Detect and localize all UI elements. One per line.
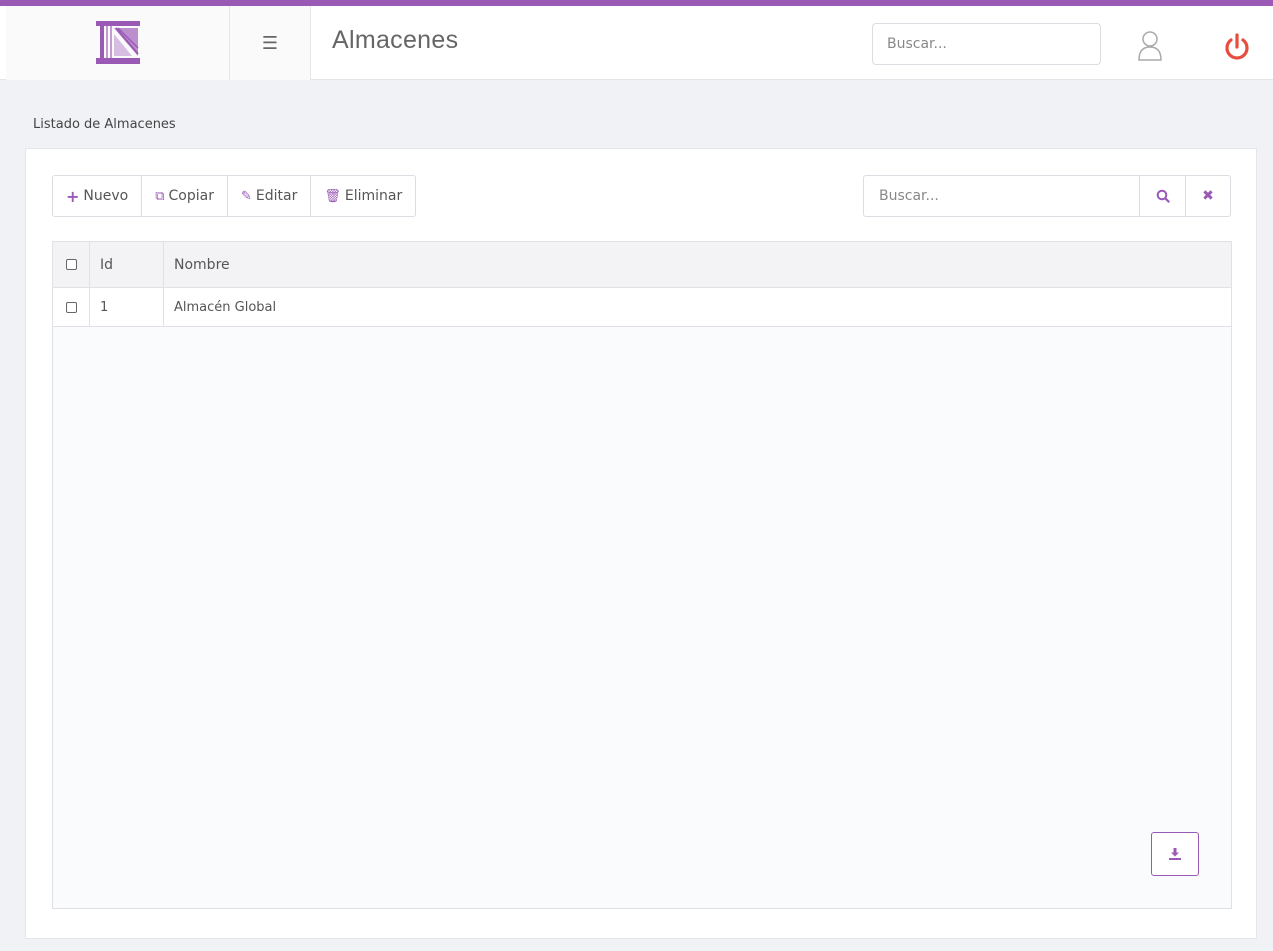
list-search-input[interactable] bbox=[864, 176, 1139, 216]
row-checkbox[interactable] bbox=[65, 301, 77, 313]
header-search-input[interactable] bbox=[872, 23, 1101, 65]
clear-search-button[interactable]: ✖ bbox=[1185, 176, 1230, 216]
editar-button[interactable]: ✎ Editar bbox=[228, 176, 312, 216]
edit-icon: ✎ bbox=[240, 188, 252, 204]
copy-icon: ⧉ bbox=[155, 188, 165, 204]
table-header: Id Nombre bbox=[53, 242, 1231, 288]
logout-button[interactable] bbox=[1222, 32, 1252, 64]
row-select-cell bbox=[53, 288, 90, 326]
page-title: Almacenes bbox=[332, 26, 459, 54]
close-icon: ✖ bbox=[1202, 188, 1214, 204]
search-icon bbox=[1156, 189, 1170, 203]
top-navbar: ☰ Almacenes bbox=[0, 0, 1273, 80]
cell-nombre: Almacén Global bbox=[174, 299, 277, 315]
copiar-label: Copiar bbox=[168, 188, 214, 204]
section-subtitle: Listado de Almacenes bbox=[33, 117, 176, 132]
list-search-group: ✖ bbox=[863, 175, 1231, 217]
nuevo-button[interactable]: + Nuevo bbox=[53, 176, 143, 216]
list-panel: + Nuevo ⧉ Copiar ✎ Editar 🗑 Eliminar ✖ bbox=[25, 148, 1257, 939]
hamburger-icon: ☰ bbox=[261, 32, 279, 54]
table-row[interactable]: 1 Almacén Global bbox=[53, 288, 1231, 327]
search-button[interactable] bbox=[1139, 176, 1185, 216]
copiar-button[interactable]: ⧉ Copiar bbox=[142, 176, 228, 216]
eliminar-button[interactable]: 🗑 Eliminar bbox=[311, 176, 415, 216]
cell-id: 1 bbox=[90, 288, 164, 326]
nuevo-label: Nuevo bbox=[83, 188, 129, 204]
select-all-cell bbox=[53, 242, 90, 287]
castle-logo-icon bbox=[95, 21, 140, 64]
column-header-nombre[interactable]: Nombre bbox=[164, 242, 1231, 287]
editar-label: Editar bbox=[255, 188, 298, 204]
select-all-checkbox[interactable] bbox=[65, 259, 77, 270]
column-header-id[interactable]: Id bbox=[90, 242, 164, 287]
data-grid: Id Nombre 1 Almacén Global bbox=[52, 241, 1232, 909]
power-icon bbox=[1225, 33, 1249, 60]
logo-area[interactable] bbox=[6, 6, 230, 80]
menu-toggle-button[interactable]: ☰ bbox=[230, 6, 311, 80]
download-icon bbox=[1169, 848, 1181, 860]
plus-icon: + bbox=[66, 186, 80, 206]
user-icon bbox=[1138, 31, 1162, 61]
user-button[interactable] bbox=[1135, 29, 1165, 61]
action-toolbar: + Nuevo ⧉ Copiar ✎ Editar 🗑 Eliminar bbox=[52, 175, 417, 217]
export-button[interactable] bbox=[1151, 832, 1199, 876]
trash-icon: 🗑 bbox=[324, 188, 341, 204]
eliminar-label: Eliminar bbox=[344, 188, 403, 204]
